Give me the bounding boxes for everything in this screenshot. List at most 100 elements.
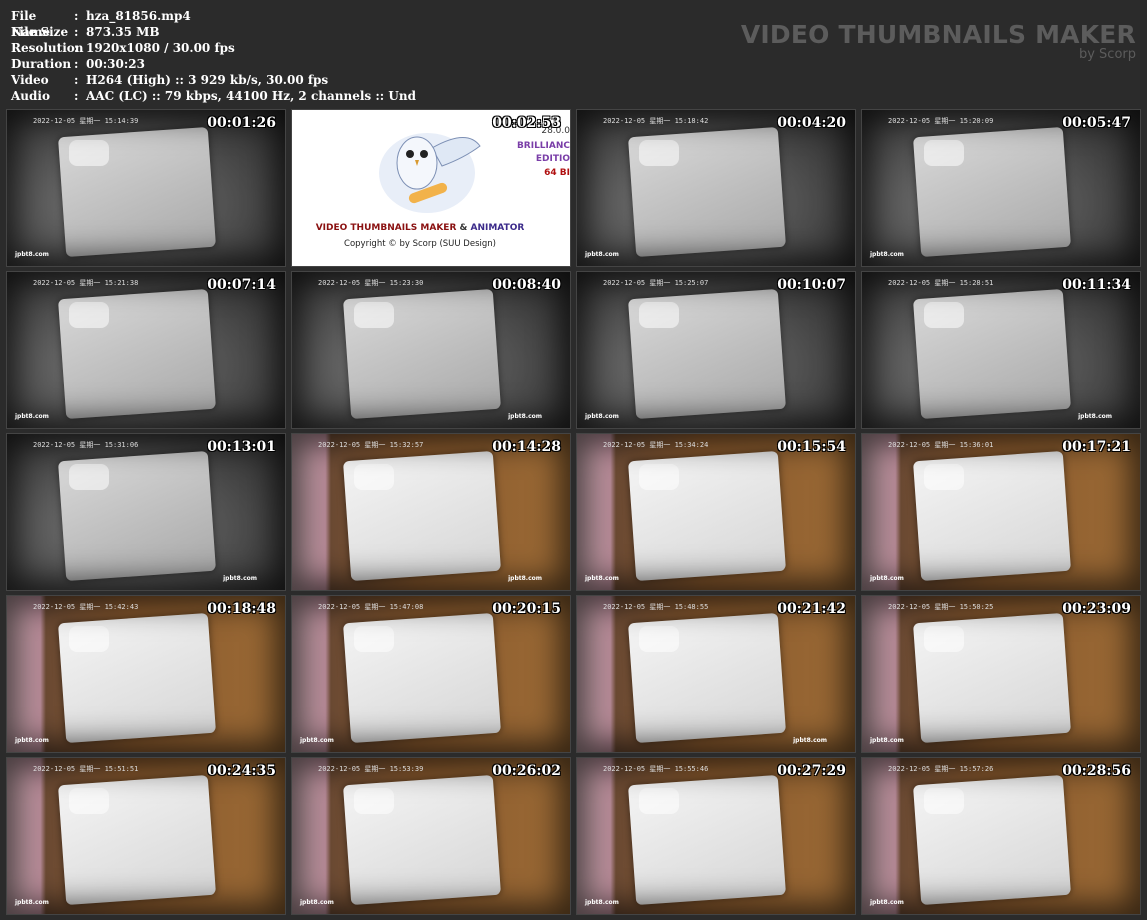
file-info-row: Duration:00:30:23: [11, 56, 416, 72]
thumbnail-image: [862, 434, 1140, 590]
video-thumbnail[interactable]: 2022-12-05 星期一 15:51:51 jpbt8.com 00:24:35: [6, 757, 286, 915]
watermark: jpbt8.com: [223, 575, 257, 582]
watermark: jpbt8.com: [508, 575, 542, 582]
thumbnail-image: [7, 596, 285, 752]
watermark: jpbt8.com: [870, 575, 904, 582]
camera-timestamp: 2022-12-05 星期一 15:51:51: [33, 765, 139, 773]
thumbnail-image: [7, 434, 285, 590]
file-name-label: File Name: [11, 9, 51, 39]
video-thumbnail[interactable]: 2022-12-05 星期一 15:48:55 jpbt8.com 00:21:42: [576, 595, 856, 753]
watermark: jpbt8.com: [585, 413, 619, 420]
video-thumbnail[interactable]: 28.0.0 BRILLIANC EDITIO 64 BI VIDEO THUMBNAI…: [291, 109, 571, 267]
vignette-overlay: [862, 272, 1140, 428]
vignette-overlay: [862, 434, 1140, 590]
timecode-label: 00:27:29: [777, 763, 846, 779]
timecode-label: 00:26:02: [492, 763, 561, 779]
camera-timestamp: 2022-12-05 星期一 15:18:42: [603, 117, 709, 125]
video-value: H264 (High) :: 3 929 kb/s, 30.00 fps: [86, 73, 329, 87]
camera-timestamp: 2022-12-05 星期一 15:25:07: [603, 279, 709, 287]
watermark: jpbt8.com: [793, 737, 827, 744]
video-thumbnail[interactable]: 2022-12-05 星期一 15:57:26 jpbt8.com 00:28:56: [861, 757, 1141, 915]
timecode-label: 00:11:34: [1062, 277, 1131, 293]
watermark: jpbt8.com: [15, 737, 49, 744]
camera-timestamp: 2022-12-05 星期一 15:14:39: [33, 117, 139, 125]
camera-timestamp: 2022-12-05 星期一 15:32:57: [318, 441, 424, 449]
camera-timestamp: 2022-12-05 星期一 15:34:24: [603, 441, 709, 449]
video-thumbnail[interactable]: 2022-12-05 星期一 15:23:30 jpbt8.com 00:08:40: [291, 271, 571, 429]
camera-timestamp: 2022-12-05 星期一 15:20:09: [888, 117, 994, 125]
video-thumbnail[interactable]: 2022-12-05 星期一 15:32:57 jpbt8.com 00:14:28: [291, 433, 571, 591]
audio-value: AAC (LC) :: 79 kbps, 44100 Hz, 2 channel…: [86, 89, 416, 103]
timecode-label: 00:05:47: [1062, 115, 1131, 131]
video-thumbnail[interactable]: 2022-12-05 星期一 15:55:46 jpbt8.com 00:27:29: [576, 757, 856, 915]
video-thumbnail[interactable]: 2022-12-05 星期一 15:28:51 jpbt8.com 00:11:34: [861, 271, 1141, 429]
thumbnail-image: [862, 758, 1140, 914]
watermark: jpbt8.com: [300, 737, 334, 744]
video-thumbnail[interactable]: 2022-12-05 星期一 15:47:08 jpbt8.com 00:20:15: [291, 595, 571, 753]
file-name-value: hza_81856.mp4: [86, 9, 191, 23]
timecode-label: 00:07:14: [207, 277, 276, 293]
video-thumbnail[interactable]: 2022-12-05 星期一 15:25:07 jpbt8.com 00:10:07: [576, 271, 856, 429]
timecode-label: 00:13:01: [207, 439, 276, 455]
watermark: jpbt8.com: [508, 413, 542, 420]
watermark: jpbt8.com: [585, 251, 619, 258]
watermark: jpbt8.com: [15, 251, 49, 258]
vignette-overlay: [7, 434, 285, 590]
timecode-label: 00:02:53: [492, 115, 561, 131]
brand-logo: VIDEO THUMBNAILS MAKER by Scorp: [741, 20, 1136, 62]
separator: :: [74, 9, 79, 23]
audio-label: Audio: [11, 89, 50, 103]
watermark: jpbt8.com: [870, 899, 904, 906]
video-thumbnail[interactable]: 2022-12-05 星期一 15:53:39 jpbt8.com 00:26:02: [291, 757, 571, 915]
duration-label: Duration: [11, 57, 72, 71]
video-thumbnail[interactable]: 2022-12-05 星期一 15:20:09 jpbt8.com 00:05:47: [861, 109, 1141, 267]
timecode-label: 00:18:48: [207, 601, 276, 617]
vignette-overlay: [577, 272, 855, 428]
separator: :: [74, 25, 79, 39]
thumbnail-image: [862, 596, 1140, 752]
watermark: jpbt8.com: [585, 575, 619, 582]
video-label: Video: [11, 73, 49, 87]
video-thumbnail[interactable]: 2022-12-05 星期一 15:34:24 jpbt8.com 00:15:54: [576, 433, 856, 591]
thumbnail-image: [7, 758, 285, 914]
thumbnail-image: [577, 272, 855, 428]
video-thumbnail[interactable]: 2022-12-05 星期一 15:42:43 jpbt8.com 00:18:48: [6, 595, 286, 753]
file-info-row: Resolution:1920x1080 / 30.00 fps: [11, 40, 416, 56]
duration-value: 00:30:23: [86, 57, 145, 71]
watermark: jpbt8.com: [15, 413, 49, 420]
separator: :: [74, 57, 79, 71]
camera-timestamp: 2022-12-05 星期一 15:57:26: [888, 765, 994, 773]
vignette-overlay: [292, 434, 570, 590]
camera-timestamp: 2022-12-05 星期一 15:48:55: [603, 603, 709, 611]
vignette-overlay: [862, 596, 1140, 752]
camera-timestamp: 2022-12-05 星期一 15:23:30: [318, 279, 424, 287]
timecode-label: 00:28:56: [1062, 763, 1131, 779]
watermark: jpbt8.com: [1078, 413, 1112, 420]
file-size-label: File Size: [11, 25, 69, 39]
timecode-label: 00:01:26: [207, 115, 276, 131]
vignette-overlay: [292, 272, 570, 428]
vignette-overlay: [292, 596, 570, 752]
resolution-value: 1920x1080 / 30.00 fps: [86, 41, 235, 55]
video-thumbnail[interactable]: 2022-12-05 星期一 15:14:39 jpbt8.com 00:01:26: [6, 109, 286, 267]
video-thumbnail[interactable]: 2022-12-05 星期一 15:18:42 jpbt8.com 00:04:20: [576, 109, 856, 267]
video-thumbnail[interactable]: 2022-12-05 星期一 15:36:01 jpbt8.com 00:17:21: [861, 433, 1141, 591]
video-thumbnail[interactable]: 2022-12-05 星期一 15:50:25 jpbt8.com 00:23:09: [861, 595, 1141, 753]
thumbnail-image: [577, 434, 855, 590]
file-info-row: File Name: hza_81856.mp4: [11, 8, 416, 39]
watermark: jpbt8.com: [870, 737, 904, 744]
video-thumbnail[interactable]: 2022-12-05 星期一 15:31:06 jpbt8.com 00:13:01: [6, 433, 286, 591]
vignette-overlay: [7, 596, 285, 752]
file-info-panel: File Name: hza_81856.mp4 File Size:873.35…: [11, 8, 416, 104]
video-thumbnail[interactable]: 2022-12-05 星期一 15:21:38 jpbt8.com 00:07:14: [6, 271, 286, 429]
splash-title: VIDEO THUMBNAILS MAKER & ANIMATOR: [315, 223, 525, 233]
thumbnail-image: [292, 758, 570, 914]
thumbnail-image: [577, 110, 855, 266]
thumbnail-image: [862, 272, 1140, 428]
vignette-overlay: [577, 434, 855, 590]
camera-timestamp: 2022-12-05 星期一 15:36:01: [888, 441, 994, 449]
brand-subtitle: by Scorp: [1078, 47, 1136, 62]
camera-timestamp: 2022-12-05 星期一 15:50:25: [888, 603, 994, 611]
camera-timestamp: 2022-12-05 星期一 15:28:51: [888, 279, 994, 287]
thumbnail-image: [292, 272, 570, 428]
